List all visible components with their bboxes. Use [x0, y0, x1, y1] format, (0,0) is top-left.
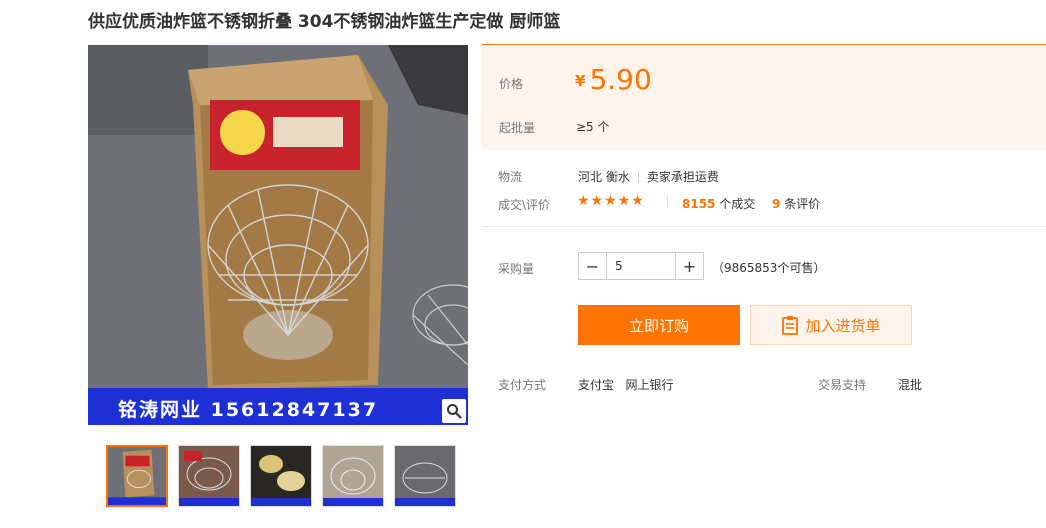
ship-location: 河北 衡水	[578, 170, 630, 184]
payment-label: 支付方式	[498, 378, 547, 392]
product-photo	[88, 45, 468, 425]
available-stock: （9865853个可售）	[712, 261, 826, 275]
shipping-terms: 卖家承担运费	[646, 170, 719, 184]
quantity-stepper: − +	[578, 252, 704, 280]
buy-now-button[interactable]: 立即订购	[578, 305, 740, 345]
moq-value: ≥5 个	[576, 120, 610, 134]
moq-label: 起批量	[499, 121, 536, 135]
logistics-info: 河北 衡水 卖家承担运费	[578, 168, 719, 185]
product-title: 供应优质油炸篮不锈钢折叠 304不锈钢油炸篮生产定做 厨师篮	[88, 12, 561, 32]
price-label: 价格	[499, 77, 524, 91]
thumbnail-1[interactable]	[106, 445, 168, 507]
section-divider	[482, 226, 1046, 227]
thumbnail-2[interactable]	[178, 445, 240, 507]
thumbnail-3[interactable]	[250, 445, 312, 507]
price-value: ¥5.90	[575, 63, 652, 96]
divider	[667, 196, 668, 208]
zoom-button[interactable]	[442, 399, 466, 423]
add-to-cart-label: 加入进货单	[805, 316, 881, 335]
payment-alipay: 支付宝	[578, 378, 615, 392]
decrease-button[interactable]: −	[579, 253, 606, 279]
rating-stars: ★★★★★	[577, 193, 645, 209]
magnifier-icon	[447, 404, 462, 419]
deals-label: 成交\评价	[498, 198, 551, 212]
review-count[interactable]: 9 条评价	[772, 195, 820, 212]
add-to-cart-button[interactable]: 加入进货单	[750, 305, 912, 345]
thumbnail-strip	[106, 445, 456, 507]
product-info-panel: 价格 ¥5.90 起批量 ≥5 个	[482, 44, 1046, 150]
divider	[637, 171, 639, 183]
thumbnail-5[interactable]	[394, 445, 456, 507]
quantity-input[interactable]	[606, 253, 676, 279]
trade-support-value: 混批	[898, 378, 923, 392]
main-product-image[interactable]: 铭涛网业 15612847137	[88, 45, 468, 425]
watermark-text: 铭涛网业 15612847137	[118, 399, 379, 421]
clipboard-icon	[782, 316, 799, 335]
buy-now-label: 立即订购	[628, 317, 689, 335]
logistics-label: 物流	[498, 170, 523, 184]
price-box: 价格 ¥5.90 起批量 ≥5 个	[482, 44, 1046, 150]
price-number: 5.90	[589, 63, 652, 96]
currency-symbol: ¥	[575, 72, 586, 90]
thumbnail-4[interactable]	[322, 445, 384, 507]
increase-button[interactable]: +	[676, 253, 703, 279]
purchase-label: 采购量	[498, 262, 535, 276]
payment-methods: 支付宝 网上银行	[578, 376, 673, 393]
trade-support-label: 交易支持	[818, 378, 867, 392]
deal-count[interactable]: 8155 个成交	[682, 195, 755, 212]
payment-bank: 网上银行	[625, 378, 674, 392]
